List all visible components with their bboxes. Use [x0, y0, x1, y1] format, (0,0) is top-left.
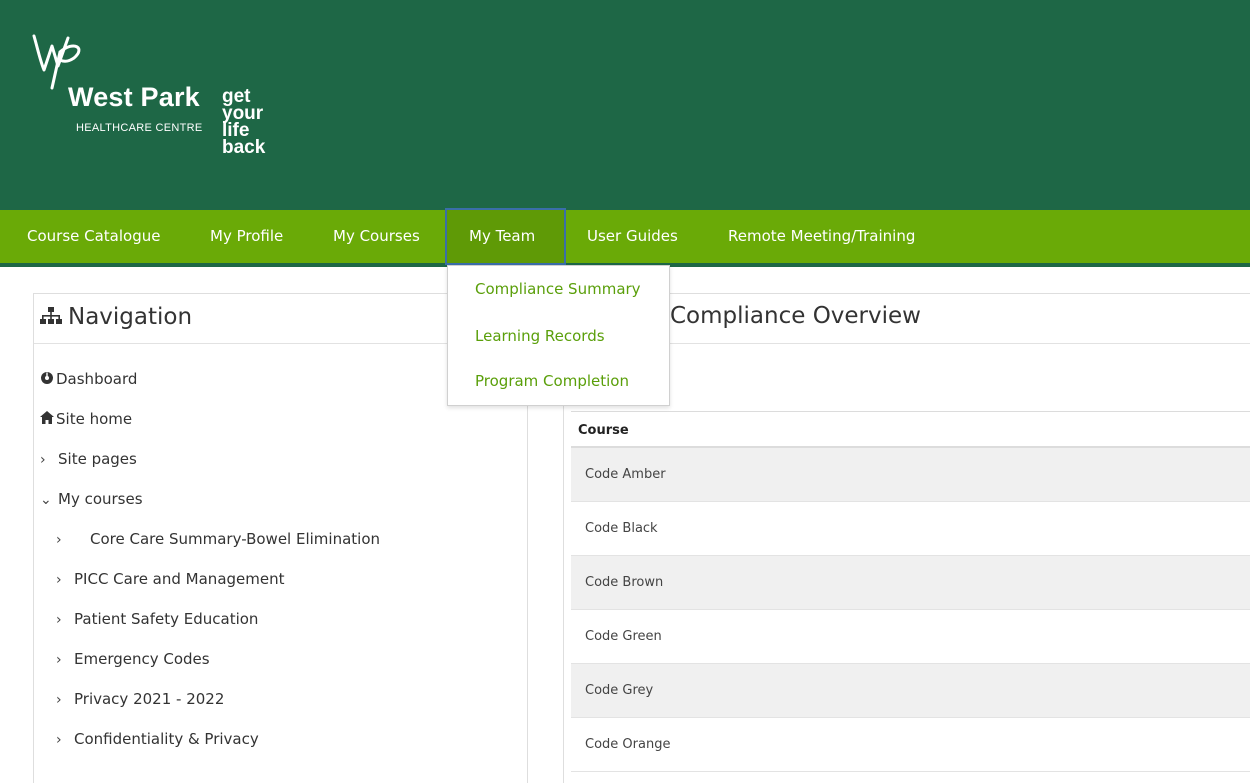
nav-site-pages-label: Site pages: [58, 450, 137, 468]
menu-item-compliance-summary[interactable]: Compliance Summary: [475, 280, 641, 298]
course-label: Confidentiality & Privacy: [74, 730, 259, 748]
brand-tagline: get your life back: [222, 87, 266, 158]
navigation-title: Navigation: [40, 304, 192, 330]
compliance-table: Course Code Amber Code Black Code Brown …: [571, 411, 1250, 772]
table-row[interactable]: Code Black: [571, 502, 1250, 556]
course-label: Core Care Summary-Bowel Elimination: [90, 530, 381, 548]
nav-site-pages[interactable]: › Site pages: [40, 450, 137, 468]
sitemap-icon: [40, 307, 62, 324]
chevron-right-icon: ›: [56, 692, 62, 708]
home-icon: [40, 411, 56, 428]
nav-course-catalogue[interactable]: Course Catalogue: [27, 210, 160, 263]
course-label: Privacy 2021 - 2022: [74, 690, 225, 708]
nav-dashboard-label: Dashboard: [56, 370, 138, 388]
nav-site-home[interactable]: Site home: [40, 410, 132, 428]
chevron-right-icon: ›: [56, 732, 62, 748]
nav-my-courses-tree[interactable]: ⌄ My courses: [40, 490, 143, 508]
course-label: Emergency Codes: [74, 650, 210, 668]
course-item[interactable]: › Confidentiality & Privacy: [56, 730, 259, 748]
navigation-title-text: Navigation: [68, 304, 193, 330]
table-row[interactable]: Code Green: [571, 610, 1250, 664]
course-label: Patient Safety Education: [74, 610, 259, 628]
brand-name: West Park: [68, 82, 200, 112]
wp-monogram-icon: [32, 34, 81, 90]
chevron-down-icon: ⌄: [40, 492, 52, 508]
main-navbar: Course Catalogue My Profile My Courses M…: [0, 208, 1250, 267]
nav-site-home-label: Site home: [56, 410, 133, 428]
nav-user-guides[interactable]: User Guides: [587, 210, 678, 263]
course-item[interactable]: › PICC Care and Management: [56, 570, 284, 588]
course-item[interactable]: › Privacy 2021 - 2022: [56, 690, 224, 708]
table-row[interactable]: Code Grey: [571, 664, 1250, 718]
dashboard-icon: [40, 370, 56, 388]
menu-item-program-completion[interactable]: Program Completion: [475, 372, 629, 390]
site-header: West Park HEALTHCARE CENTRE get your lif…: [0, 0, 1250, 210]
nav-my-profile[interactable]: My Profile: [210, 210, 283, 263]
nav-my-courses-label: My courses: [58, 490, 143, 508]
chevron-right-icon: ›: [56, 532, 62, 548]
west-park-logo[interactable]: West Park HEALTHCARE CENTRE get your lif…: [30, 30, 300, 190]
chevron-right-icon: ›: [56, 572, 62, 588]
nav-my-team[interactable]: My Team: [445, 208, 566, 265]
table-row[interactable]: Code Amber: [571, 448, 1250, 502]
course-item[interactable]: › Core Care Summary-Bowel Elimination: [56, 530, 380, 548]
nav-remote-meeting-training[interactable]: Remote Meeting/Training: [728, 210, 915, 263]
course-label: PICC Care and Management: [74, 570, 285, 588]
nav-dashboard[interactable]: Dashboard: [40, 370, 137, 388]
course-item[interactable]: › Patient Safety Education: [56, 610, 258, 628]
my-team-dropdown: Compliance Summary Learning Records Prog…: [447, 265, 670, 406]
chevron-right-icon: ›: [56, 612, 62, 628]
table-header-course[interactable]: Course: [571, 411, 1250, 448]
chevron-right-icon: ›: [56, 652, 62, 668]
table-row[interactable]: Code Orange: [571, 718, 1250, 772]
tagline-line: back: [222, 137, 266, 158]
table-row[interactable]: Code Brown: [571, 556, 1250, 610]
menu-item-learning-records[interactable]: Learning Records: [475, 327, 605, 345]
page-title: Compliance Overview: [670, 303, 921, 329]
brand-subtitle: HEALTHCARE CENTRE: [76, 122, 203, 134]
nav-my-courses[interactable]: My Courses: [333, 210, 420, 263]
chevron-right-icon: ›: [40, 452, 46, 468]
course-item[interactable]: › Emergency Codes: [56, 650, 210, 668]
